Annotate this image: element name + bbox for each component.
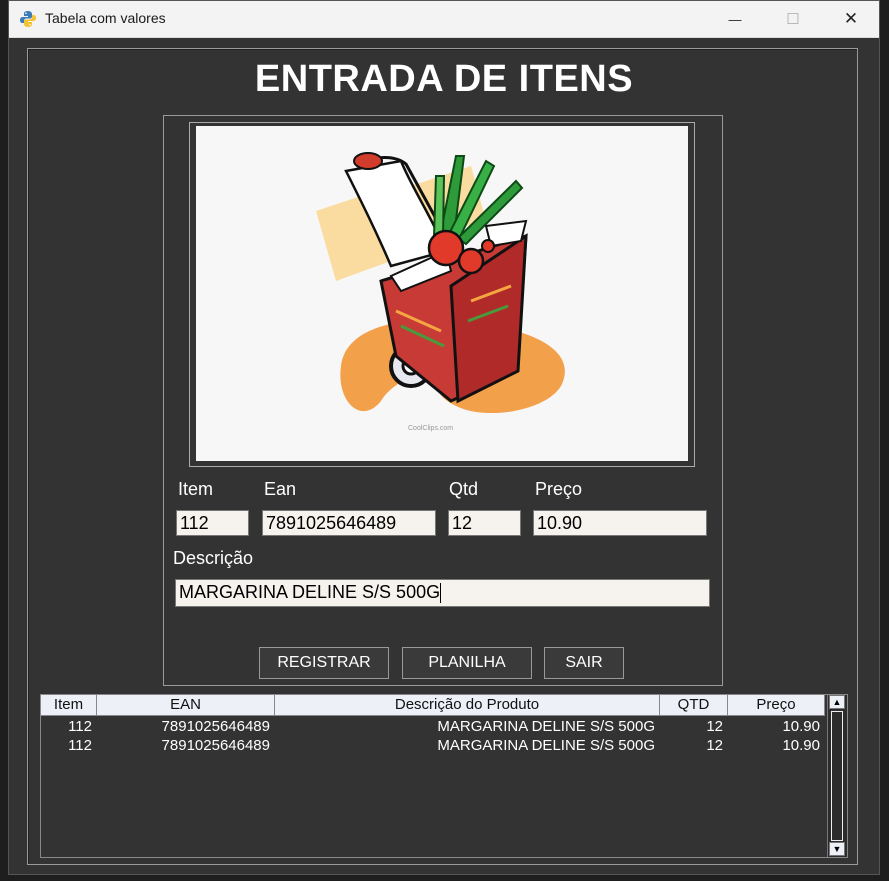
- registrar-button[interactable]: REGISTRAR: [259, 647, 389, 679]
- preco-input[interactable]: 10.90: [533, 510, 707, 536]
- column-header-preco[interactable]: Preço: [728, 695, 825, 716]
- cell-qtd: 12: [706, 737, 723, 754]
- table-row[interactable]: 112 7891025646489 MARGARINA DELINE S/S 5…: [41, 718, 825, 736]
- maximize-button[interactable]: ☐: [770, 1, 816, 37]
- table-scrollbar[interactable]: ▲ ▼: [827, 695, 847, 857]
- item-label: Item: [178, 479, 214, 499]
- cell-item: 112: [68, 718, 92, 735]
- preco-label: Preço: [535, 479, 583, 499]
- maximize-icon: ☐: [786, 11, 800, 28]
- grocery-cart-image: CoolClips.com: [196, 126, 688, 461]
- column-header-descricao[interactable]: Descrição do Produto: [275, 695, 660, 716]
- descricao-label: Descrição: [173, 548, 254, 568]
- column-header-ean[interactable]: EAN: [97, 695, 275, 716]
- scroll-down-icon[interactable]: ▼: [829, 842, 845, 856]
- window-title: Tabela com valores: [45, 10, 166, 26]
- column-header-qtd[interactable]: QTD: [660, 695, 728, 716]
- title-bar[interactable]: Tabela com valores — ☐ ✕: [9, 1, 879, 38]
- table-row[interactable]: 112 7891025646489 MARGARINA DELINE S/S 5…: [41, 737, 825, 755]
- page-title: ENTRADA DE ITENS: [254, 58, 634, 100]
- descricao-value: MARGARINA DELINE S/S 500G: [179, 582, 441, 602]
- cell-descricao: MARGARINA DELINE S/S 500G: [437, 718, 655, 735]
- grocery-cart-illustration: CoolClips.com: [316, 152, 565, 432]
- descricao-input[interactable]: MARGARINA DELINE S/S 500G: [175, 579, 710, 607]
- python-icon: [20, 11, 36, 27]
- cell-qtd: 12: [706, 718, 723, 735]
- scroll-track[interactable]: [831, 711, 843, 841]
- minimize-button[interactable]: —: [712, 1, 758, 37]
- sair-button[interactable]: SAIR: [544, 647, 624, 679]
- scroll-up-icon[interactable]: ▲: [829, 695, 845, 709]
- cell-ean: 7891025646489: [161, 718, 270, 735]
- item-input[interactable]: 112: [176, 510, 249, 536]
- app-window: Tabela com valores — ☐ ✕ ENTRADA DE ITEN…: [8, 0, 880, 875]
- table-header: Item EAN Descrição do Produto QTD Preço: [41, 695, 825, 716]
- planilha-button[interactable]: PLANILHA: [402, 647, 532, 679]
- cell-preco: 10.90: [782, 737, 820, 754]
- text-cursor: [440, 583, 442, 604]
- close-button[interactable]: ✕: [828, 1, 874, 37]
- qtd-label: Qtd: [449, 479, 479, 499]
- image-watermark: CoolClips.com: [408, 425, 453, 432]
- cell-descricao: MARGARINA DELINE S/S 500G: [437, 737, 655, 754]
- close-icon: ✕: [843, 9, 859, 28]
- column-header-item[interactable]: Item: [41, 695, 97, 716]
- cell-item: 112: [68, 737, 92, 754]
- minimize-icon: —: [728, 11, 742, 27]
- ean-label: Ean: [264, 479, 297, 499]
- cell-ean: 7891025646489: [161, 737, 270, 754]
- items-table[interactable]: Item EAN Descrição do Produto QTD Preço …: [40, 694, 848, 858]
- cell-preco: 10.90: [782, 718, 820, 735]
- ean-input[interactable]: 7891025646489: [262, 510, 436, 536]
- qtd-input[interactable]: 12: [448, 510, 521, 536]
